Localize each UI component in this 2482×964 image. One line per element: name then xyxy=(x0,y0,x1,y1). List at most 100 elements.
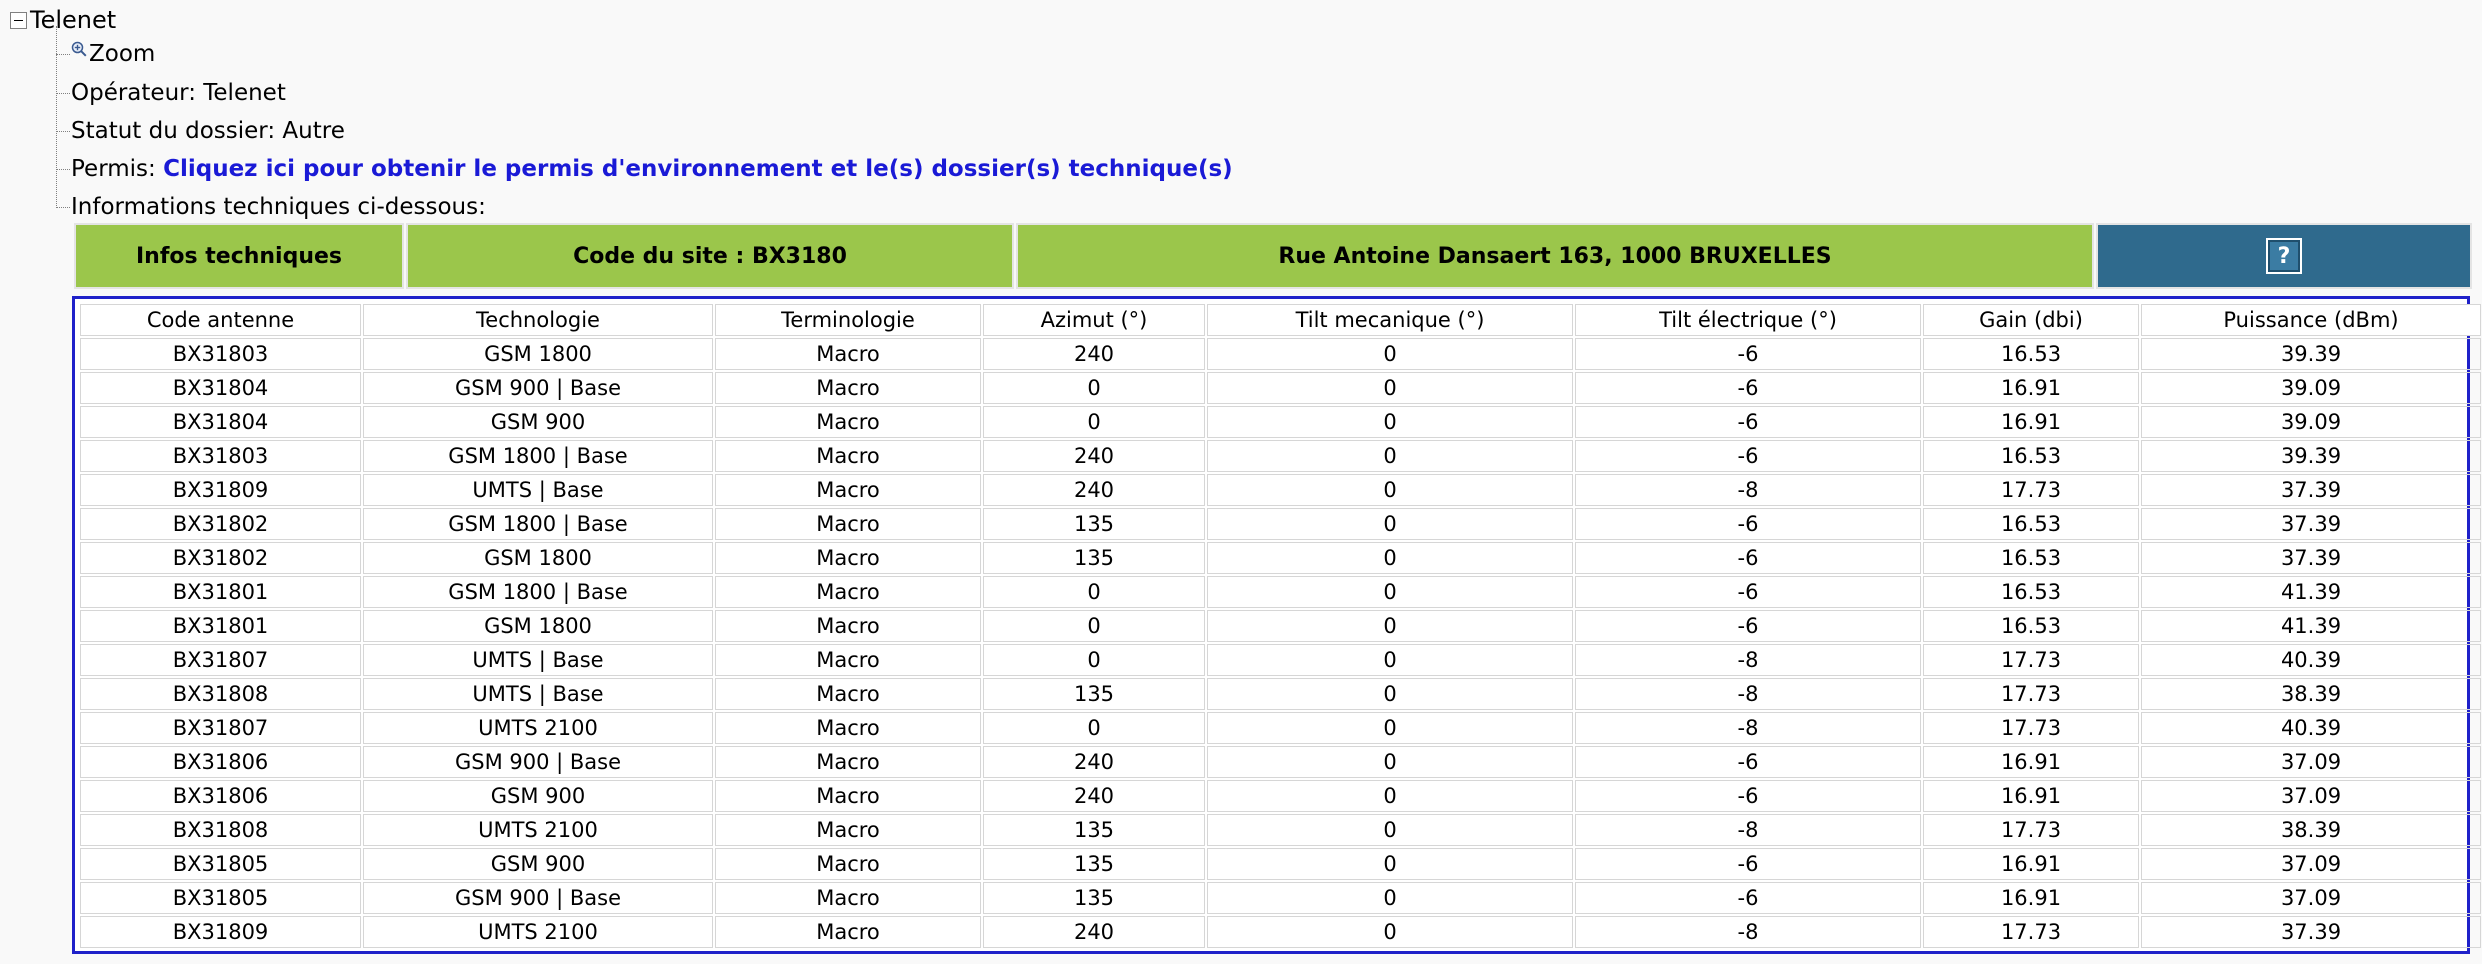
tree-branch xyxy=(56,92,70,94)
table-row: BX31803 GSM 1800 Macro 240 0 -6 16.53 39.39 xyxy=(80,338,2481,370)
table-cell-gain: 16.91 xyxy=(1923,882,2139,914)
table-cell-tilt-mecanique: 0 xyxy=(1207,882,1573,914)
table-cell-technologie: GSM 900 | Base xyxy=(363,882,713,914)
table-cell-gain: 16.53 xyxy=(1923,508,2139,540)
table-cell-puissance: 37.09 xyxy=(2141,848,2481,880)
table-cell-puissance: 39.39 xyxy=(2141,440,2481,472)
table-cell-azimut: 240 xyxy=(983,746,1205,778)
tree-item-permit: Permis: Cliquez ici pour obtenir le perm… xyxy=(56,153,1233,185)
table-cell-azimut: 135 xyxy=(983,848,1205,880)
column-header-puissance: Puissance (dBm) xyxy=(2141,304,2481,336)
table-cell-terminologie: Macro xyxy=(715,610,981,642)
table-cell-azimut: 240 xyxy=(983,474,1205,506)
table-cell-gain: 17.73 xyxy=(1923,916,2139,948)
table-cell-terminologie: Macro xyxy=(715,542,981,574)
table-cell-gain: 17.73 xyxy=(1923,678,2139,710)
table-cell-tilt-electrique: -6 xyxy=(1575,746,1921,778)
tree-item-tech-info: Informations techniques ci-dessous: xyxy=(56,191,486,223)
table-row: BX31802 GSM 1800 Macro 135 0 -6 16.53 37.39 xyxy=(80,542,2481,574)
table-row: BX31809 UMTS 2100 Macro 240 0 -8 17.73 37.39 xyxy=(80,916,2481,948)
table-cell-technologie: GSM 900 xyxy=(363,780,713,812)
tree-item-status: Statut du dossier: Autre xyxy=(56,115,345,147)
table-row: BX31807 UMTS | Base Macro 0 0 -8 17.73 40.39 xyxy=(80,644,2481,676)
table-cell-technologie: UMTS | Base xyxy=(363,678,713,710)
site-info-bar: Infos techniques Code du site : BX3180 R… xyxy=(74,223,2472,293)
table-cell-azimut: 240 xyxy=(983,338,1205,370)
table-cell-tilt-mecanique: 0 xyxy=(1207,474,1573,506)
table-cell-code-antenne: BX31804 xyxy=(80,406,361,438)
table-cell-tilt-mecanique: 0 xyxy=(1207,712,1573,744)
table-cell-azimut: 135 xyxy=(983,814,1205,846)
table-row: BX31802 GSM 1800 | Base Macro 135 0 -6 16.53 37… xyxy=(80,508,2481,540)
table-header-row: Code antenne Technologie Terminologie Azimu… xyxy=(80,304,2481,336)
table-cell-azimut: 0 xyxy=(983,406,1205,438)
table-cell-terminologie: Macro xyxy=(715,338,981,370)
table-cell-terminologie: Macro xyxy=(715,814,981,846)
table-cell-technologie: GSM 900 xyxy=(363,848,713,880)
table-cell-tilt-mecanique: 0 xyxy=(1207,916,1573,948)
info-title: Infos techniques xyxy=(135,243,343,269)
table-row: BX31804 GSM 900 Macro 0 0 -6 16.91 39.09 xyxy=(80,406,2481,438)
table-cell-gain: 16.91 xyxy=(1923,372,2139,404)
column-header-azimut: Azimut (°) xyxy=(983,304,1205,336)
table-cell-tilt-electrique: -8 xyxy=(1575,678,1921,710)
table-cell-terminologie: Macro xyxy=(715,406,981,438)
tree-branch xyxy=(56,53,70,55)
permit-link[interactable]: Cliquez ici pour obtenir le permis d'env… xyxy=(163,156,1233,182)
table-cell-technologie: GSM 1800 xyxy=(363,542,713,574)
table-cell-terminologie: Macro xyxy=(715,644,981,676)
table-cell-tilt-mecanique: 0 xyxy=(1207,372,1573,404)
table-cell-puissance: 37.09 xyxy=(2141,882,2481,914)
table-cell-terminologie: Macro xyxy=(715,746,981,778)
table-cell-tilt-mecanique: 0 xyxy=(1207,440,1573,472)
table-cell-puissance: 37.39 xyxy=(2141,542,2481,574)
table-cell-tilt-electrique: -6 xyxy=(1575,610,1921,642)
table-cell-tilt-mecanique: 0 xyxy=(1207,338,1573,370)
help-cell: ? xyxy=(2096,223,2472,289)
tree-branch xyxy=(56,168,70,170)
table-cell-tilt-electrique: -8 xyxy=(1575,916,1921,948)
table-cell-puissance: 39.39 xyxy=(2141,338,2481,370)
table-cell-tilt-mecanique: 0 xyxy=(1207,644,1573,676)
table-row: BX31801 GSM 1800 | Base Macro 0 0 -6 16.53 41.3… xyxy=(80,576,2481,608)
tree-item-zoom[interactable]: Zoom xyxy=(56,38,155,70)
table-row: BX31808 UMTS | Base Macro 135 0 -8 17.73 38.39 xyxy=(80,678,2481,710)
table-cell-puissance: 38.39 xyxy=(2141,678,2481,710)
table-cell-technologie: GSM 1800 xyxy=(363,338,713,370)
table-cell-puissance: 37.39 xyxy=(2141,508,2481,540)
table-row: BX31807 UMTS 2100 Macro 0 0 -8 17.73 40.39 xyxy=(80,712,2481,744)
status-value: Autre xyxy=(282,118,345,144)
table-cell-tilt-electrique: -6 xyxy=(1575,848,1921,880)
table-cell-gain: 16.53 xyxy=(1923,338,2139,370)
table-cell-puissance: 41.39 xyxy=(2141,576,2481,608)
column-header-technologie: Technologie xyxy=(363,304,713,336)
table-cell-azimut: 135 xyxy=(983,542,1205,574)
table-cell-tilt-mecanique: 0 xyxy=(1207,780,1573,812)
table-cell-gain: 17.73 xyxy=(1923,644,2139,676)
collapse-toggle-icon[interactable] xyxy=(10,11,27,29)
table-cell-tilt-electrique: -6 xyxy=(1575,338,1921,370)
column-header-code-antenne: Code antenne xyxy=(80,304,361,336)
table-cell-gain: 17.73 xyxy=(1923,474,2139,506)
site-address: Rue Antoine Dansaert 163, 1000 BRUXELLES xyxy=(1278,243,1832,269)
table-cell-azimut: 135 xyxy=(983,678,1205,710)
table-cell-code-antenne: BX31806 xyxy=(80,746,361,778)
tree-branch xyxy=(56,206,70,208)
table-cell-azimut: 0 xyxy=(983,610,1205,642)
help-icon[interactable]: ? xyxy=(2266,238,2302,274)
column-header-tilt-mecanique: Tilt mecanique (°) xyxy=(1207,304,1573,336)
table-cell-tilt-mecanique: 0 xyxy=(1207,814,1573,846)
table-cell-terminologie: Macro xyxy=(715,576,981,608)
table-cell-tilt-mecanique: 0 xyxy=(1207,848,1573,880)
table-cell-technologie: GSM 1800 | Base xyxy=(363,576,713,608)
tree-root: Telenet xyxy=(10,4,116,36)
table-cell-azimut: 240 xyxy=(983,916,1205,948)
table-cell-puissance: 40.39 xyxy=(2141,712,2481,744)
table-cell-tilt-electrique: -8 xyxy=(1575,712,1921,744)
zoom-in-icon[interactable] xyxy=(71,41,87,57)
operator-label: Opérateur: xyxy=(71,80,204,106)
table-cell-tilt-electrique: -6 xyxy=(1575,542,1921,574)
table-cell-code-antenne: BX31809 xyxy=(80,916,361,948)
table-cell-technologie: GSM 1800 xyxy=(363,610,713,642)
zoom-label[interactable]: Zoom xyxy=(89,41,155,67)
